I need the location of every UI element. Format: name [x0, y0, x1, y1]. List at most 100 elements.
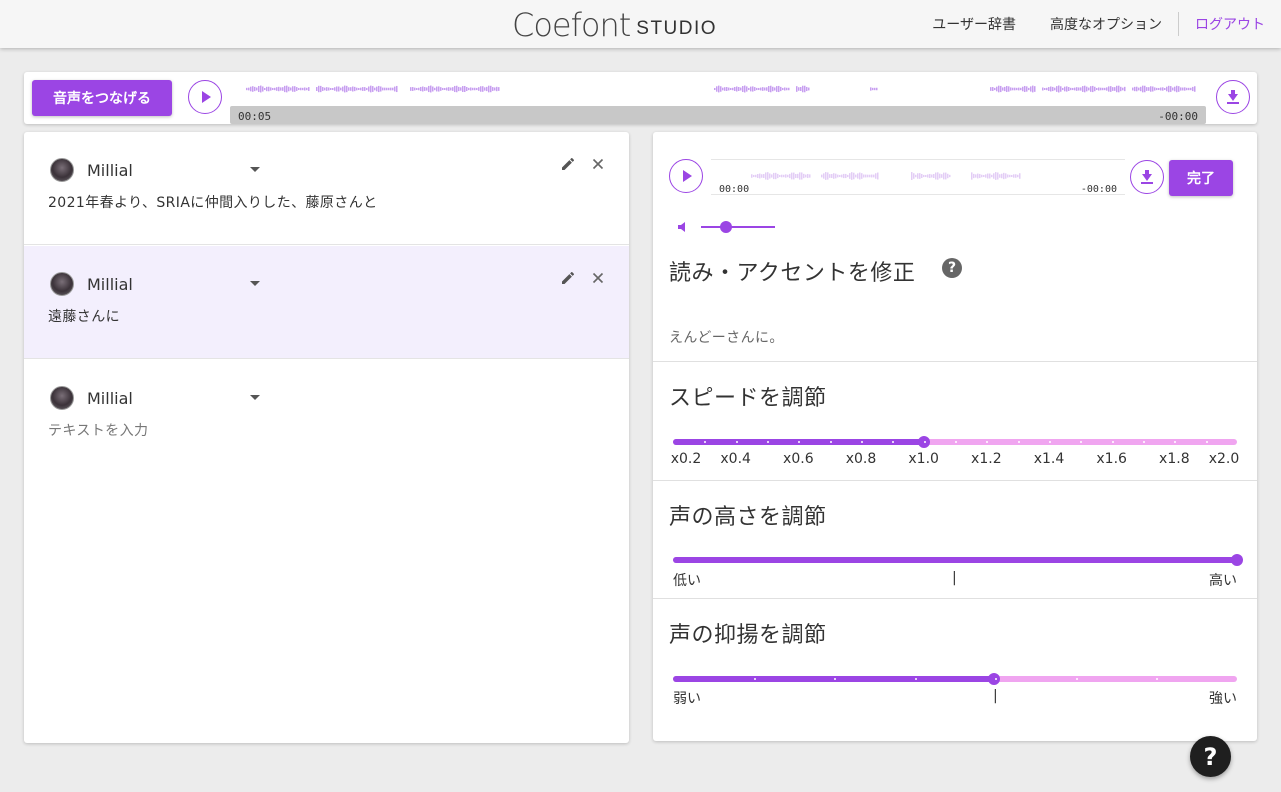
- waveform-sample: [420, 86, 422, 92]
- speed-tick-dot: [1237, 441, 1239, 443]
- waveform-sample: [290, 87, 292, 91]
- chevron-down-icon[interactable]: [250, 167, 260, 172]
- block-waveform[interactable]: 00:00 -00:00: [711, 159, 1125, 195]
- text-input-placeholder[interactable]: テキストを入力: [48, 420, 148, 440]
- waveform-sample: [1164, 87, 1166, 91]
- waveform-sample: [1032, 85, 1034, 93]
- seek-bar[interactable]: [230, 106, 1206, 124]
- text-block-new[interactable]: Millial テキストを入力: [24, 360, 629, 473]
- text-block[interactable]: Millial 2021年春より、SRIAに仲間入りした、藤原さんと: [24, 132, 629, 245]
- volume-slider-track[interactable]: [701, 226, 775, 228]
- waveform-sample: [768, 86, 770, 92]
- waveform-sample: [947, 173, 949, 179]
- waveform-sample: [760, 87, 762, 91]
- block-text[interactable]: 2021年春より、SRIAに仲間入りした、藤原さんと: [48, 192, 378, 212]
- download-block-button[interactable]: [1130, 160, 1164, 194]
- waveform-sample: [1062, 87, 1064, 91]
- waveform-sample: [786, 87, 788, 91]
- user-dictionary-link[interactable]: ユーザー辞書: [932, 14, 1016, 34]
- volume-slider-thumb[interactable]: [720, 221, 732, 233]
- intonation-tick-dot: [753, 678, 756, 680]
- waveform-sample: [859, 172, 861, 180]
- waveform-sample: [876, 87, 878, 91]
- connect-audio-button[interactable]: 音声をつなげる: [32, 80, 172, 116]
- waveform-sample: [761, 174, 763, 178]
- play-block-button[interactable]: [669, 159, 703, 193]
- waveform-sample: [767, 172, 769, 180]
- pitch-slider-thumb[interactable]: [1231, 554, 1243, 566]
- waveform-sample: [772, 86, 774, 92]
- volume-icon[interactable]: [676, 220, 690, 234]
- coefont-studio-logo[interactable]: Coefont STUDIO: [512, 6, 717, 42]
- logout-link[interactable]: ログアウト: [1195, 14, 1265, 34]
- waveform-sample: [744, 85, 746, 93]
- speed-tick-label: x1.6: [1096, 451, 1127, 467]
- waveform-sample: [863, 174, 865, 178]
- help-icon[interactable]: ?: [942, 258, 962, 278]
- waveform-sample: [937, 172, 939, 180]
- waveform-sample: [831, 174, 833, 178]
- pitch-slider[interactable]: [673, 554, 1243, 566]
- waveform-sample: [1180, 87, 1182, 91]
- waveform-sample: [410, 87, 412, 91]
- waveform-sample: [1028, 87, 1030, 91]
- waveform-sample: [877, 172, 879, 180]
- waveform-sample: [266, 86, 268, 92]
- close-icon[interactable]: [590, 270, 606, 286]
- waveform-sample: [987, 173, 989, 179]
- waveform-graphic: [246, 85, 1196, 93]
- waveform-sample: [943, 172, 945, 180]
- text-block-active[interactable]: Millial 遠藤さんに: [24, 246, 629, 359]
- waveform-sample: [720, 86, 722, 92]
- elapsed-time: 00:00: [719, 184, 750, 195]
- reading-section-title: 読み・アクセントを修正: [669, 261, 916, 286]
- done-button[interactable]: 完了: [1169, 160, 1233, 196]
- speaker-name: Millial: [87, 389, 133, 408]
- speed-slider[interactable]: [673, 436, 1239, 448]
- waveform-sample: [1146, 87, 1148, 91]
- reading-input[interactable]: えんどーさんに。: [669, 327, 784, 347]
- waveform-sample: [1186, 87, 1188, 91]
- edit-icon[interactable]: [560, 270, 576, 286]
- waveform-sample: [1003, 172, 1005, 180]
- waveform-sample: [376, 86, 378, 92]
- waveform-sample: [861, 173, 863, 179]
- waveform-sample: [342, 86, 344, 92]
- waveform-sample: [933, 173, 935, 179]
- section-divider: [653, 480, 1257, 481]
- waveform-sample: [971, 172, 973, 180]
- waveform-sample: [784, 87, 786, 91]
- download-all-button[interactable]: [1216, 80, 1250, 114]
- close-icon[interactable]: [590, 156, 606, 172]
- waveform-sample: [426, 87, 428, 91]
- block-text[interactable]: 遠藤さんに: [48, 306, 120, 326]
- waveform-sample: [494, 87, 496, 91]
- waveform-sample: [716, 86, 718, 92]
- combined-waveform[interactable]: 00:05 -00:00: [230, 80, 1206, 124]
- waveform-sample: [835, 173, 837, 179]
- waveform-sample: [754, 87, 756, 91]
- waveform-sample: [993, 173, 995, 179]
- combined-audio-bar: 音声をつなげる 00:05 -00:00: [24, 72, 1257, 124]
- chevron-down-icon[interactable]: [250, 395, 260, 400]
- waveform-sample: [438, 86, 440, 92]
- play-all-button[interactable]: [188, 80, 222, 114]
- play-icon: [683, 170, 692, 182]
- waveform-sample: [730, 87, 732, 91]
- waveform-sample: [1018, 87, 1020, 91]
- waveform-sample: [1194, 86, 1196, 92]
- waveform-sample: [991, 174, 993, 178]
- help-fab-button[interactable]: ?: [1190, 736, 1231, 777]
- intonation-tick-dot: [1156, 678, 1159, 680]
- advanced-options-link[interactable]: 高度なオプション: [1050, 14, 1162, 34]
- waveform-sample: [983, 174, 985, 178]
- waveform-sample: [1052, 86, 1054, 92]
- chevron-down-icon[interactable]: [250, 281, 260, 286]
- waveform-sample: [460, 87, 462, 91]
- intonation-slider[interactable]: [673, 673, 1237, 685]
- edit-icon[interactable]: [560, 156, 576, 172]
- waveform-sample: [394, 86, 396, 92]
- waveform-sample: [1138, 87, 1140, 91]
- waveform-sample: [1026, 86, 1028, 92]
- waveform-sample: [360, 87, 362, 91]
